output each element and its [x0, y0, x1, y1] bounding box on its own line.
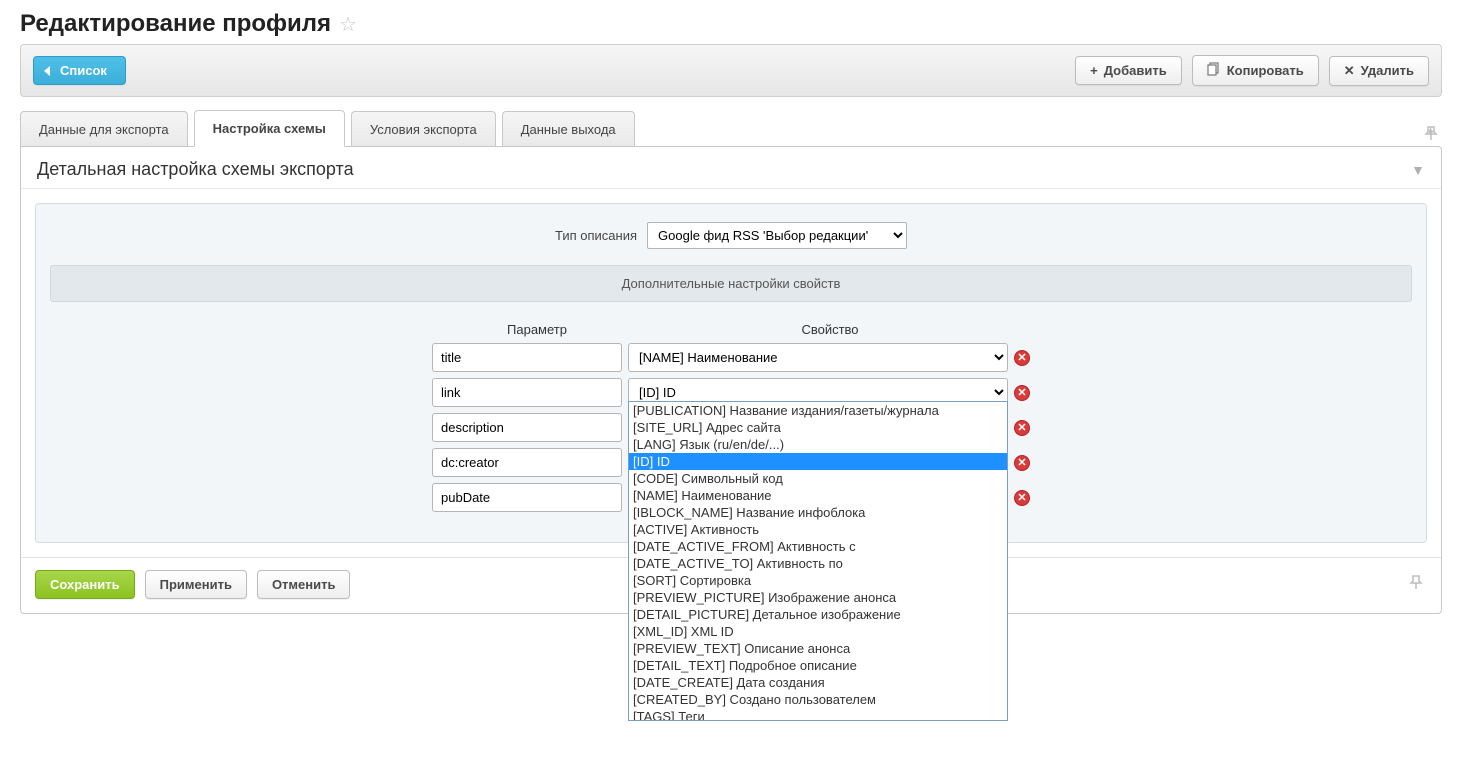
properties-grid: Параметр Свойство [NAME] Наименование ✕ [I…: [44, 322, 1418, 512]
toolbar: Список + Добавить Копировать ✕ Удалить: [20, 44, 1442, 97]
favorite-star-icon[interactable]: ☆: [339, 12, 357, 37]
delete-button-label: Удалить: [1361, 63, 1414, 78]
dropdown-option[interactable]: [ACTIVE] Активность: [629, 521, 1007, 538]
dropdown-option[interactable]: [TAGS] Теги: [629, 708, 1007, 721]
dropdown-option[interactable]: [PREVIEW_TEXT] Описание анонса: [629, 640, 1007, 657]
tab-schema[interactable]: Настройка схемы: [194, 110, 345, 147]
type-select[interactable]: Google фид RSS 'Выбор редакции': [647, 222, 907, 249]
col-prop-header: Свойство: [640, 322, 1020, 337]
dropdown-option[interactable]: [DATE_ACTIVE_FROM] Активность с: [629, 538, 1007, 555]
save-button[interactable]: Сохранить: [35, 570, 135, 599]
cancel-button[interactable]: Отменить: [257, 570, 351, 599]
dropdown-option[interactable]: [SITE_URL] Адрес сайта: [629, 419, 1007, 436]
copy-button[interactable]: Копировать: [1192, 55, 1319, 86]
tab-output[interactable]: Данные выхода: [502, 111, 635, 147]
tabs-bar: Данные для экспортаНастройка схемыУслови…: [20, 109, 1442, 146]
param-input[interactable]: [432, 483, 622, 512]
tab-export-data[interactable]: Данные для экспорта: [20, 111, 188, 147]
param-input[interactable]: [432, 448, 622, 477]
dropdown-option[interactable]: [LANG] Язык (ru/en/de/...): [629, 436, 1007, 453]
param-input[interactable]: [432, 413, 622, 442]
add-button-label: Добавить: [1104, 63, 1167, 78]
property-select[interactable]: [NAME] Наименование: [628, 343, 1008, 372]
dropdown-option[interactable]: [IBLOCK_NAME] Название инфоблока: [629, 504, 1007, 521]
type-label: Тип описания: [555, 228, 637, 243]
dropdown-option[interactable]: [DATE_CREATE] Дата создания: [629, 674, 1007, 691]
param-input[interactable]: [432, 343, 622, 372]
apply-button[interactable]: Применить: [145, 570, 247, 599]
apply-button-label: Применить: [160, 577, 232, 592]
dropdown-option[interactable]: [PUBLICATION] Название издания/газеты/жу…: [629, 402, 1007, 419]
remove-row-icon[interactable]: ✕: [1014, 420, 1030, 436]
cancel-button-label: Отменить: [272, 577, 336, 592]
dropdown-option[interactable]: [XML_ID] XML ID: [629, 623, 1007, 640]
dropdown-option[interactable]: [NAME] Наименование: [629, 487, 1007, 504]
dropdown-option[interactable]: [DATE_ACTIVE_TO] Активность по: [629, 555, 1007, 572]
close-icon: ✕: [1344, 63, 1355, 79]
tab-conditions[interactable]: Условия экспорта: [351, 111, 496, 147]
page-title: Редактирование профиля: [20, 10, 331, 38]
copy-button-label: Копировать: [1227, 63, 1304, 78]
dropdown-option[interactable]: [CODE] Символьный код: [629, 470, 1007, 487]
remove-row-icon[interactable]: ✕: [1014, 385, 1030, 401]
table-row: [NAME] Наименование ✕: [432, 343, 1030, 372]
sub-header: Дополнительные настройки свойств: [50, 265, 1412, 302]
dropdown-option[interactable]: [DETAIL_PICTURE] Детальное изображение: [629, 606, 1007, 623]
dropdown-option[interactable]: [PREVIEW_PICTURE] Изображение анонса: [629, 589, 1007, 606]
back-list-button[interactable]: Список: [33, 56, 126, 85]
delete-button[interactable]: ✕ Удалить: [1329, 56, 1429, 86]
property-dropdown-list[interactable]: [PUBLICATION] Название издания/газеты/жу…: [628, 401, 1008, 721]
col-param-header: Параметр: [442, 322, 632, 337]
panel: Детальная настройка схемы экспорта ▼ Тип…: [20, 146, 1442, 614]
pin-icon[interactable]: [1409, 574, 1423, 595]
copy-icon: [1207, 62, 1221, 79]
collapse-icon[interactable]: ▼: [1411, 162, 1425, 178]
dropdown-option[interactable]: [CREATED_BY] Создано пользователем: [629, 691, 1007, 708]
plus-icon: +: [1090, 63, 1098, 78]
pin-icon[interactable]: [1424, 125, 1438, 146]
list-button-label: Список: [60, 63, 107, 78]
dropdown-option[interactable]: [DETAIL_TEXT] Подробное описание: [629, 657, 1007, 674]
param-input[interactable]: [432, 378, 622, 407]
save-button-label: Сохранить: [50, 577, 120, 592]
dropdown-option[interactable]: [ID] ID: [629, 453, 1007, 470]
panel-title: Детальная настройка схемы экспорта: [37, 159, 354, 180]
remove-row-icon[interactable]: ✕: [1014, 490, 1030, 506]
remove-row-icon[interactable]: ✕: [1014, 455, 1030, 471]
dropdown-option[interactable]: [SORT] Сортировка: [629, 572, 1007, 589]
remove-row-icon[interactable]: ✕: [1014, 350, 1030, 366]
add-button[interactable]: + Добавить: [1075, 56, 1182, 85]
